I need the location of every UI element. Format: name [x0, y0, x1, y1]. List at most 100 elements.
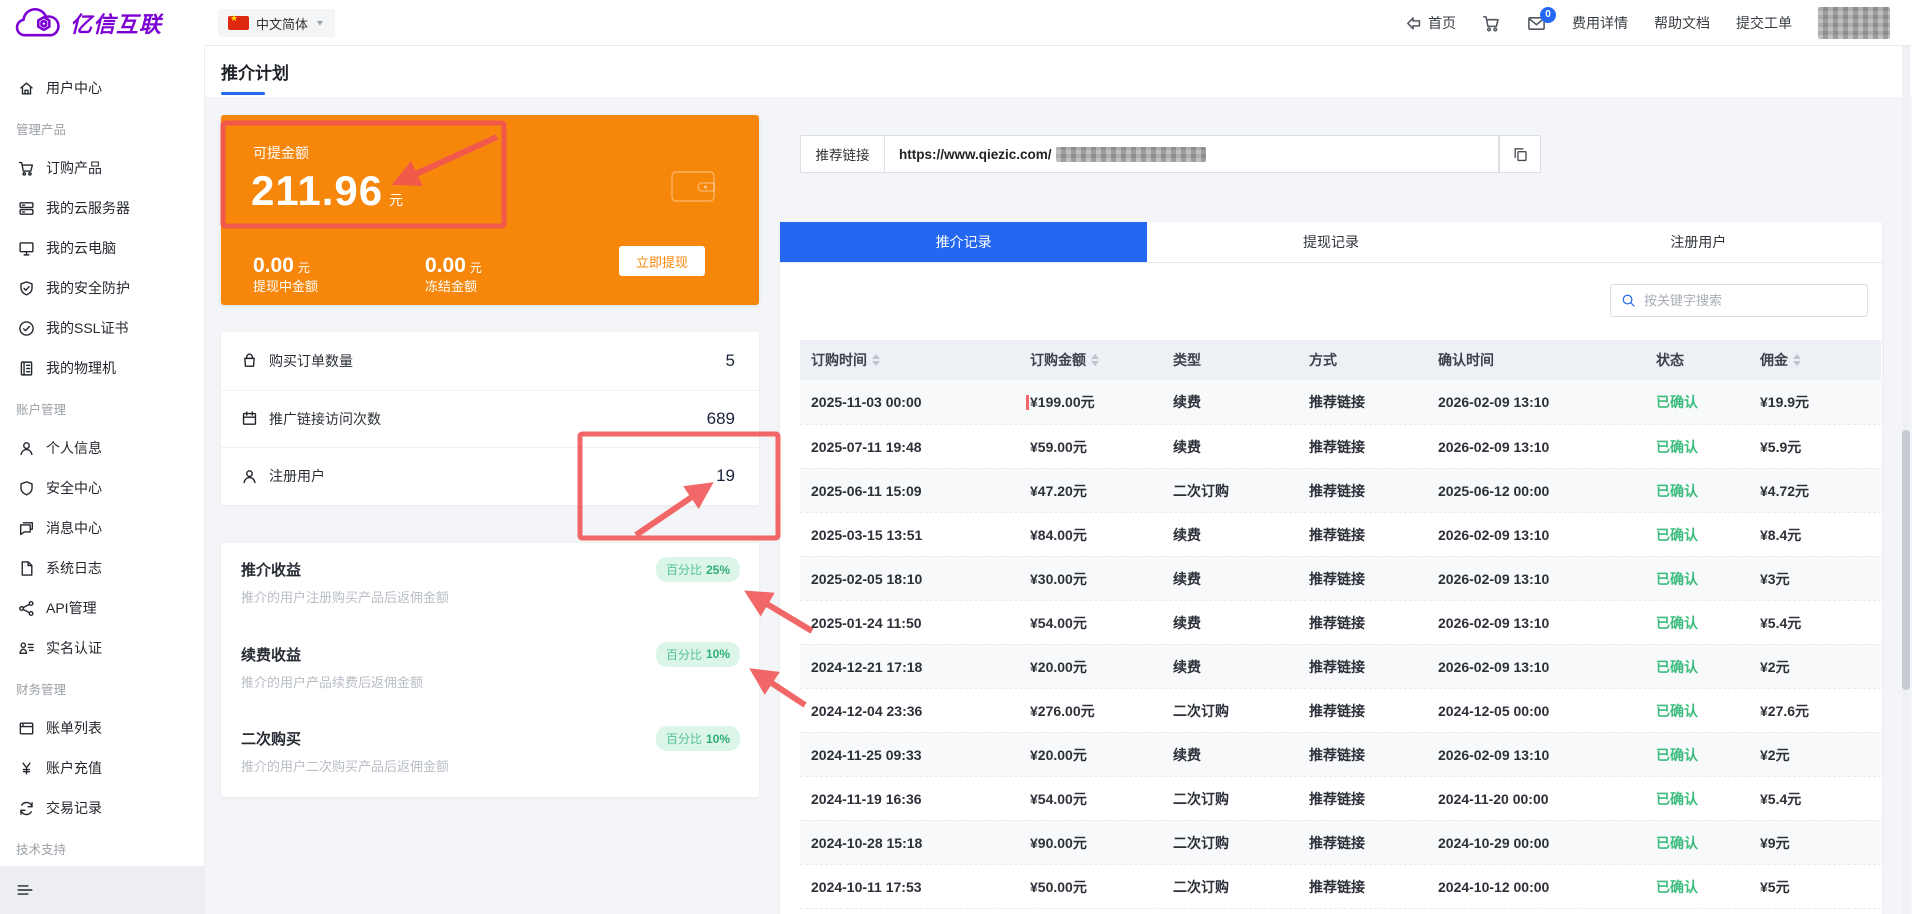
sidebar-item[interactable]: 实名认证 — [0, 628, 204, 668]
stat-row: 注册用户 19 — [221, 447, 759, 505]
keyword-search[interactable] — [1610, 284, 1868, 317]
stat-value: 5 — [726, 351, 735, 371]
sidebar-item-label: 系统日志 — [46, 558, 102, 578]
sidebar-item[interactable]: 用户中心 — [0, 68, 204, 108]
referral-link-input[interactable]: https://www.qiezic.com/ — [884, 135, 1499, 173]
sidebar-item-label: 我的物理机 — [46, 358, 116, 378]
column-header[interactable]: 方式 — [1309, 350, 1438, 370]
earning-description: 推介的用户产品续费后返佣金额 — [241, 672, 739, 691]
sidebar-item[interactable]: 个人信息 — [0, 428, 204, 468]
sidebar-item[interactable]: 我的云服务器 — [0, 188, 204, 228]
table-row: 2024-12-04 23:36 ¥276.00元 二次订购 推荐链接 2024… — [800, 688, 1881, 732]
messages-button[interactable]: 0 — [1527, 14, 1546, 33]
wallet-icon — [669, 163, 717, 207]
scrollbar-thumb[interactable] — [1902, 430, 1910, 690]
tab-label: 提现记录 — [1303, 232, 1359, 252]
sidebar-item-icon — [18, 600, 35, 617]
sidebar-item-icon — [18, 200, 35, 217]
referral-link-row: 推荐链接 https://www.qiezic.com/ — [800, 135, 1541, 173]
sidebar-item[interactable]: 消息中心 — [0, 508, 204, 548]
user-avatar[interactable] — [1818, 7, 1890, 39]
cart-icon — [1482, 14, 1501, 33]
stat-label: 注册用户 — [269, 466, 325, 486]
sidebar-item-label: 安全中心 — [46, 478, 102, 498]
column-header[interactable]: 佣金 — [1760, 350, 1881, 370]
sidebar-item-label: 我的安全防护 — [46, 278, 130, 298]
main-content: 可提金额 211.96元 0.00元 提现中金额 0.00元 冻结金额 立即提现… — [205, 97, 1912, 914]
help-link[interactable]: 帮助文档 — [1654, 13, 1710, 33]
sidebar-item[interactable]: 账单列表 — [0, 708, 204, 748]
home-link[interactable]: 首页 — [1404, 13, 1456, 33]
sidebar-item-icon — [18, 760, 35, 777]
sidebar-item-icon — [18, 240, 35, 257]
tab[interactable]: 注册用户 — [1515, 222, 1882, 262]
sidebar-item-label: 用户中心 — [46, 78, 102, 98]
sidebar-item-icon — [18, 480, 35, 497]
fees-link[interactable]: 费用详情 — [1572, 13, 1628, 33]
frozen-amount: 0.00元 冻结金额 — [425, 253, 482, 296]
table-row: 2025-11-03 00:00 ¥199.00元 续费 推荐链接 2026-0… — [800, 380, 1881, 424]
sidebar-item-label: 账户管理 — [16, 399, 66, 418]
copy-icon — [1512, 146, 1529, 163]
sidebar-collapse-bar[interactable] — [0, 866, 205, 914]
earning-description: 推介的用户注册购买产品后返佣金额 — [241, 587, 739, 606]
redacted-url-tail — [1056, 147, 1206, 162]
column-header[interactable]: 状态 — [1656, 350, 1760, 370]
table-row: 2025-02-05 18:10 ¥30.00元 续费 推荐链接 2026-02… — [800, 556, 1881, 600]
table-row: 2025-03-15 13:51 ¥84.00元 续费 推荐链接 2026-02… — [800, 512, 1881, 556]
column-header[interactable]: 类型 — [1173, 350, 1309, 370]
sidebar-item[interactable]: 我的安全防护 — [0, 268, 204, 308]
collapse-menu-icon — [16, 881, 34, 899]
sidebar-item[interactable]: API管理 — [0, 588, 204, 628]
sidebar-item[interactable]: 安全中心 — [0, 468, 204, 508]
table-row: 2024-12-21 17:18 ¥20.00元 续费 推荐链接 2026-02… — [800, 644, 1881, 688]
column-header[interactable]: 确认时间 — [1438, 350, 1656, 370]
copy-link-button[interactable] — [1499, 135, 1541, 173]
stat-label: 购买订单数量 — [269, 351, 353, 371]
sidebar-item-icon — [18, 360, 35, 377]
table-row: 2025-07-11 19:48 ¥59.00元 续费 推荐链接 2026-02… — [800, 424, 1881, 468]
stat-value: 19 — [716, 466, 735, 486]
tab-label: 推介记录 — [936, 232, 992, 252]
cn-flag-icon — [228, 16, 249, 30]
sidebar-item-label: 订购产品 — [46, 158, 102, 178]
sidebar-item-label: 财务管理 — [16, 679, 66, 698]
sidebar-item-label: 我的云服务器 — [46, 198, 130, 218]
table-row: 2024-11-19 16:36 ¥54.00元 二次订购 推荐链接 2024-… — [800, 776, 1881, 820]
earning-block: 二次购买 推介的用户二次购买产品后返佣金额 百分比10% — [221, 712, 759, 797]
sidebar-menu: 用户中心 管理产品 订购产品 我的云服务器 我的云电脑 — [0, 46, 204, 868]
sidebar-item[interactable]: 系统日志 — [0, 548, 204, 588]
sidebar-item-label: API管理 — [46, 598, 97, 618]
sidebar-item: 财务管理 — [0, 668, 204, 708]
stat-row: 推广链接访问次数 689 — [221, 390, 759, 448]
column-header[interactable]: 订购时间 — [811, 350, 1030, 370]
sidebar-item[interactable]: 我的云电脑 — [0, 228, 204, 268]
sidebar-item-icon — [18, 560, 35, 577]
sidebar-item[interactable]: 订购产品 — [0, 148, 204, 188]
ticket-link[interactable]: 提交工单 — [1736, 13, 1792, 33]
search-input[interactable] — [1644, 293, 1844, 308]
language-selector[interactable]: 中文简体 ▼ — [218, 9, 335, 37]
stat-label: 推广链接访问次数 — [269, 409, 381, 429]
column-header[interactable]: 订购金额 — [1030, 350, 1173, 370]
earning-block: 续费收益 推介的用户产品续费后返佣金额 百分比10% — [221, 628, 759, 713]
sidebar-item-icon — [18, 800, 35, 817]
tab[interactable]: 提现记录 — [1147, 222, 1514, 262]
tab[interactable]: 推介记录 — [780, 222, 1147, 262]
cart-button[interactable] — [1482, 14, 1501, 33]
sidebar-item-label: 我的SSL证书 — [46, 318, 128, 338]
sidebar-item[interactable]: 我的SSL证书 — [0, 308, 204, 348]
sidebar-item-icon — [18, 440, 35, 457]
stat-row: 购买订单数量 5 — [221, 332, 759, 390]
brand-logo[interactable]: 亿信互联 — [12, 5, 162, 41]
sidebar-item-label: 消息中心 — [46, 518, 102, 538]
stat-value: 689 — [707, 409, 735, 429]
stat-icon — [241, 410, 258, 427]
sort-arrows-icon — [1091, 354, 1099, 366]
records-panel: 推介记录 提现记录 注册用户 订购时间 — [780, 222, 1882, 914]
withdraw-button[interactable]: 立即提现 — [619, 246, 705, 276]
sidebar-item[interactable]: 交易记录 — [0, 788, 204, 828]
sidebar-item[interactable]: 我的物理机 — [0, 348, 204, 388]
sidebar-item-icon — [18, 280, 35, 297]
sidebar-item[interactable]: 账户充值 — [0, 748, 204, 788]
